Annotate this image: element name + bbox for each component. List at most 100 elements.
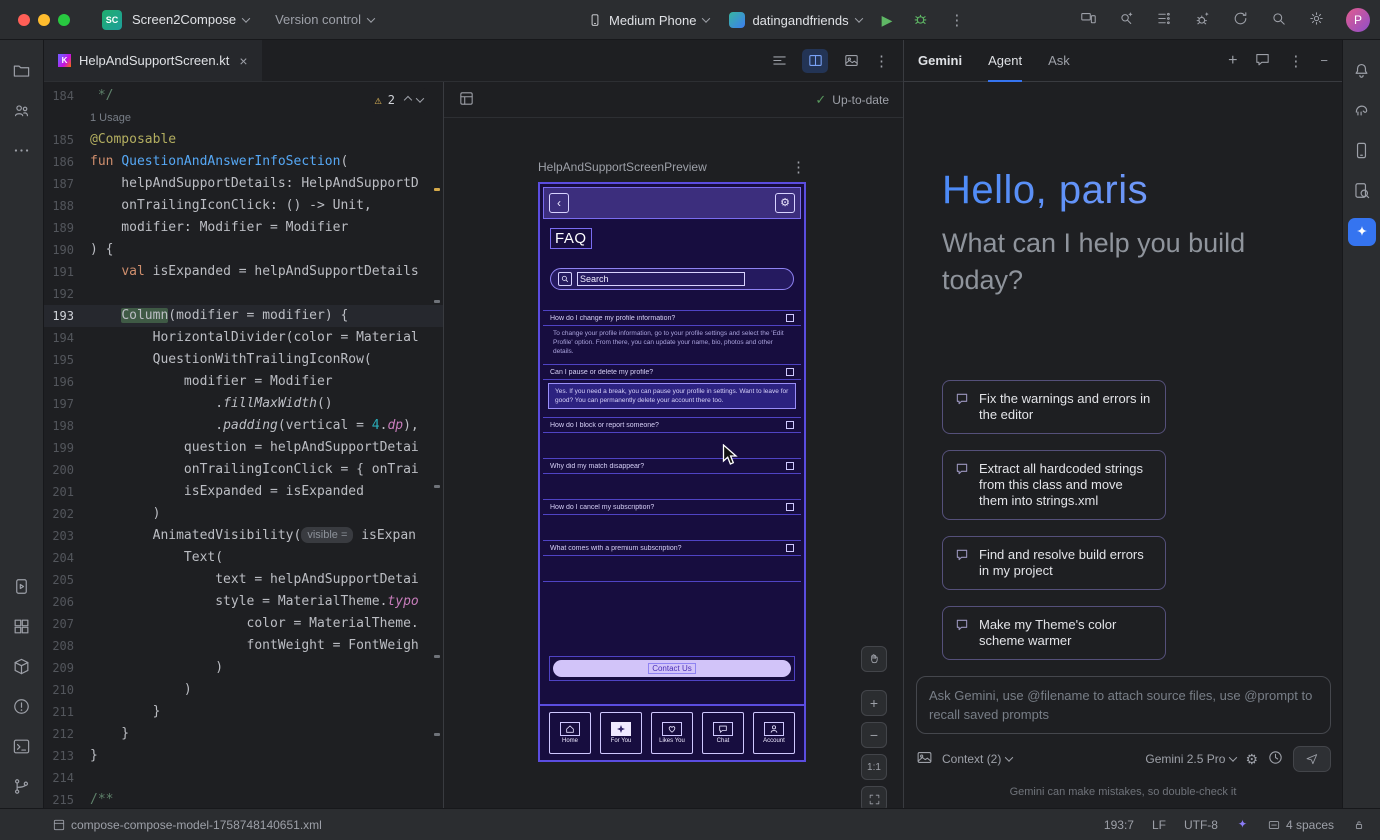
inspection-widget[interactable]: ⚠ 2 [371, 88, 427, 112]
code-line[interactable]: 191 val isExpanded = helpAndSupportDetai… [44, 261, 443, 283]
preview-more-button[interactable]: ⋮ [791, 158, 806, 176]
line-number[interactable]: 207 [44, 613, 90, 635]
line-number[interactable]: 203 [44, 525, 90, 547]
send-button[interactable] [1293, 746, 1331, 772]
search-button[interactable] [1270, 10, 1287, 30]
code-line[interactable]: 208 fontWeight = FontWeigh [44, 635, 443, 657]
new-chat-button[interactable]: + [1228, 52, 1237, 70]
collaboration-tool-button[interactable] [12, 101, 31, 123]
debug-button[interactable] [912, 10, 929, 30]
history-button[interactable] [1267, 749, 1284, 769]
code-line[interactable]: 189 modifier: Modifier = Modifier [44, 217, 443, 239]
code-line[interactable]: 192 [44, 283, 443, 305]
code-view-button[interactable] [766, 49, 792, 73]
hide-panel-button[interactable]: − [1320, 53, 1328, 68]
line-number[interactable]: 187 [44, 173, 90, 195]
suggestion-card[interactable]: Fix the warnings and errors in the edito… [942, 380, 1166, 434]
line-number[interactable]: 192 [44, 283, 90, 305]
file-encoding[interactable]: UTF-8 [1184, 818, 1218, 832]
split-view-button[interactable] [802, 49, 828, 73]
code-line[interactable]: 201 isExpanded = isExpanded [44, 481, 443, 503]
line-number[interactable]: 206 [44, 591, 90, 613]
run-config-selector[interactable]: datingandfriends [729, 12, 861, 28]
code-line[interactable]: 213} [44, 745, 443, 767]
pan-button[interactable] [861, 646, 887, 672]
line-number[interactable]: 199 [44, 437, 90, 459]
line-number[interactable]: 196 [44, 371, 90, 393]
code-line[interactable]: 186fun QuestionAndAnswerInfoSection( [44, 151, 443, 173]
line-number[interactable]: 209 [44, 657, 90, 679]
suggestion-card[interactable]: Extract all hardcoded strings from this … [942, 450, 1166, 520]
code-editor[interactable]: 184 */1 Usage185@Composable186fun Questi… [44, 82, 443, 808]
preview-config-button[interactable] [458, 90, 475, 110]
indent-config[interactable]: 4 spaces [1267, 818, 1334, 832]
code-line[interactable]: 187 helpAndSupportDetails: HelpAndSuppor… [44, 173, 443, 195]
code-line[interactable]: 204 Text( [44, 547, 443, 569]
line-number[interactable]: 204 [44, 547, 90, 569]
gradle-tool-button[interactable] [1352, 101, 1371, 123]
tab-ask[interactable]: Ask [1048, 40, 1070, 82]
problems-tool-button[interactable] [12, 697, 31, 719]
line-number[interactable]: 200 [44, 459, 90, 481]
code-line[interactable]: 207 color = MaterialTheme. [44, 613, 443, 635]
line-number[interactable]: 205 [44, 569, 90, 591]
code-line[interactable]: 202 ) [44, 503, 443, 525]
line-number[interactable] [44, 107, 90, 129]
line-number[interactable]: 185 [44, 129, 90, 151]
line-number[interactable]: 191 [44, 261, 90, 283]
layout-inspector-tool-button[interactable] [1352, 181, 1371, 203]
code-line[interactable]: 190) { [44, 239, 443, 261]
settings-button[interactable] [1308, 10, 1325, 30]
line-number[interactable]: 189 [44, 217, 90, 239]
notifications-button[interactable] [1352, 61, 1371, 83]
window-zoom-button[interactable] [58, 14, 70, 26]
code-line[interactable]: 205 text = helpAndSupportDetai [44, 569, 443, 591]
line-number[interactable]: 190 [44, 239, 90, 261]
code-line[interactable]: 215/** [44, 789, 443, 808]
cursor-position[interactable]: 193:7 [1104, 818, 1134, 832]
vcs-selector[interactable]: Version control [275, 12, 374, 27]
zoom-out-button[interactable]: − [861, 722, 887, 748]
code-line[interactable]: 200 onTrailingIconClick = { onTrai [44, 459, 443, 481]
line-number[interactable]: 194 [44, 327, 90, 349]
line-number[interactable]: 186 [44, 151, 90, 173]
code-line[interactable]: 206 style = MaterialTheme.typo [44, 591, 443, 613]
gemini-more-button[interactable]: ⋮ [1288, 52, 1303, 70]
line-separator[interactable]: LF [1152, 818, 1166, 832]
code-line[interactable]: 211 } [44, 701, 443, 723]
more-tool-windows-button[interactable] [12, 141, 31, 163]
line-number[interactable]: 215 [44, 789, 90, 808]
more-run-options-button[interactable]: ⋮ [949, 11, 964, 29]
window-minimize-button[interactable] [38, 14, 50, 26]
gemini-tool-button[interactable] [1348, 218, 1376, 246]
line-number[interactable]: 212 [44, 723, 90, 745]
gemini-settings-button[interactable]: ⚙ [1245, 751, 1258, 768]
version-control-tool-button[interactable] [12, 777, 31, 799]
line-number[interactable]: 193 [44, 305, 90, 327]
project-tool-button[interactable] [12, 61, 31, 83]
task-list-button[interactable] [1156, 10, 1173, 30]
code-line[interactable]: 198 .padding(vertical = 4.dp), [44, 415, 443, 437]
user-avatar[interactable]: P [1346, 8, 1370, 32]
line-number[interactable]: 210 [44, 679, 90, 701]
run-button[interactable]: ▶ [882, 12, 893, 29]
model-selector[interactable]: Gemini 2.5 Pro [1145, 752, 1236, 766]
line-number[interactable]: 201 [44, 481, 90, 503]
line-number[interactable]: 184 [44, 85, 90, 107]
context-selector[interactable]: Context (2) [942, 752, 1012, 766]
usages-inlay-hint[interactable]: 1 Usage [90, 112, 131, 124]
project-selector[interactable]: Screen2Compose [132, 12, 249, 27]
editor-tab[interactable]: K HelpAndSupportScreen.kt × [44, 40, 262, 81]
code-line[interactable]: 196 modifier = Modifier [44, 371, 443, 393]
device-selector[interactable]: Medium Phone [588, 13, 709, 28]
zoom-in-button[interactable]: + [861, 690, 887, 716]
editor-more-button[interactable]: ⋮ [874, 52, 889, 70]
code-line[interactable]: 210 ) [44, 679, 443, 701]
code-line[interactable]: 193 Column(modifier = modifier) { [44, 305, 443, 327]
suggestion-card[interactable]: Make my Theme's color scheme warmer [942, 606, 1166, 660]
sync-button[interactable] [1232, 10, 1249, 30]
line-number[interactable]: 208 [44, 635, 90, 657]
code-line[interactable]: 209 ) [44, 657, 443, 679]
readonly-toggle[interactable] [1352, 818, 1366, 832]
prev-issue-icon[interactable] [404, 96, 412, 104]
